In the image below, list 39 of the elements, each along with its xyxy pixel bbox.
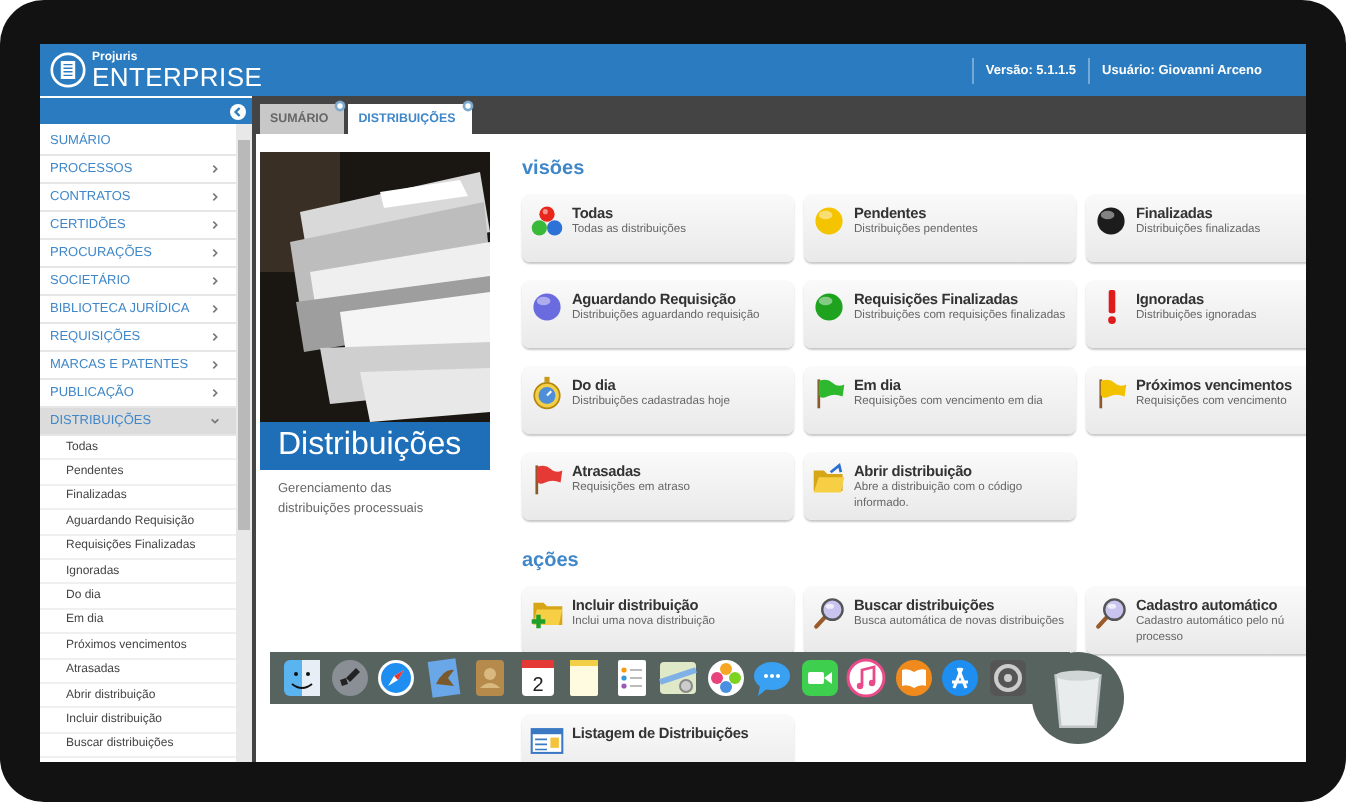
balls-icon	[530, 204, 564, 238]
collapse-icon[interactable]	[230, 103, 246, 119]
close-icon[interactable]	[461, 100, 474, 112]
section-heading: ações	[522, 550, 581, 576]
address-book-icon[interactable]	[470, 658, 510, 698]
chevron-right-icon	[210, 248, 220, 258]
scrollbar-thumb[interactable]	[238, 140, 250, 530]
search-icon	[812, 596, 846, 630]
compass-icon[interactable]	[376, 658, 416, 698]
section-heading: visões	[522, 158, 587, 184]
chevron-right-icon	[210, 192, 220, 202]
video-camera-icon[interactable]	[799, 658, 839, 698]
smiling-face-icon[interactable]	[282, 658, 322, 698]
search-icon	[1094, 596, 1128, 630]
close-icon[interactable]	[334, 100, 347, 112]
chevron-right-icon	[210, 220, 220, 230]
brand-title: ENTERPRISE	[92, 63, 263, 89]
chevron-right-icon	[210, 388, 220, 398]
list-window-icon	[530, 724, 564, 758]
map-icon[interactable]	[658, 658, 698, 698]
flower-icon[interactable]	[705, 658, 745, 698]
chevron-right-icon	[210, 164, 220, 174]
bird-stamp-icon[interactable]	[423, 658, 463, 698]
stroke-a-icon[interactable]	[940, 658, 980, 698]
open-folder-icon	[812, 462, 846, 496]
book-icon[interactable]	[893, 658, 933, 698]
scrollbar[interactable]	[236, 124, 252, 762]
notepad-icon[interactable]	[564, 658, 604, 698]
calendar-icon[interactable]: 2	[517, 658, 557, 698]
stopwatch-icon	[530, 376, 564, 410]
music-note-icon[interactable]	[846, 658, 886, 698]
speech-bubble-icon[interactable]	[752, 658, 792, 698]
page-title: Distribuições	[260, 422, 490, 470]
exclamation-icon	[1108, 290, 1116, 324]
chevron-right-icon	[210, 332, 220, 342]
chevron-down-icon	[210, 416, 220, 426]
chevron-right-icon	[210, 276, 220, 286]
chevron-right-icon	[210, 360, 220, 370]
chevron-right-icon	[210, 304, 220, 314]
